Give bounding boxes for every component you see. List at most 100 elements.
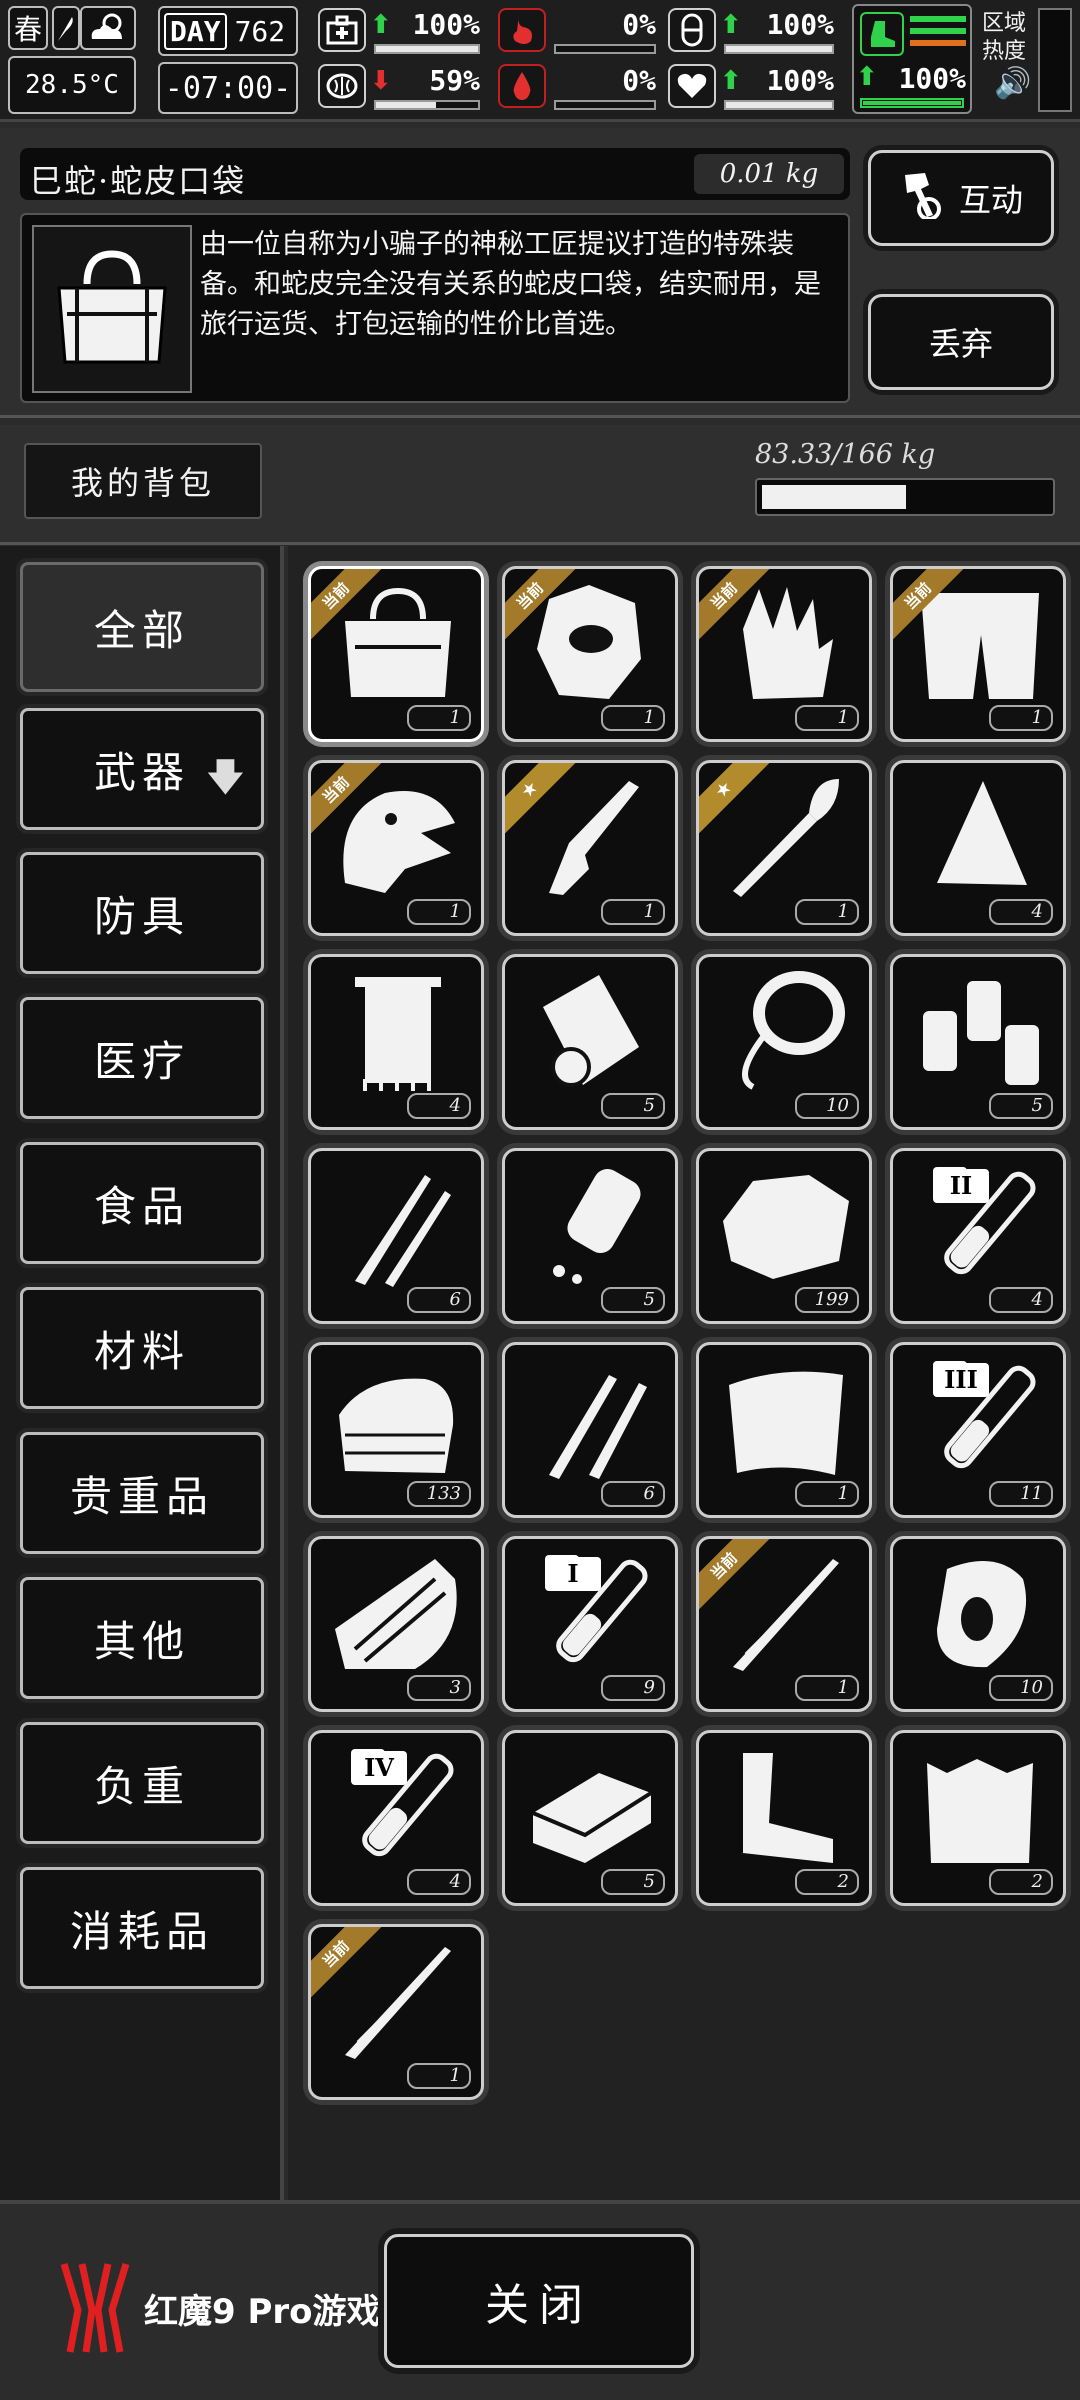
up-arrow-icon: ⬆ <box>856 62 878 92</box>
bottom-bar: 红魔9 Pro游戏手机 关闭 <box>0 2200 1080 2400</box>
towel-icon <box>325 967 471 1093</box>
speaker-icon[interactable]: 🔊 <box>994 66 1031 101</box>
inventory-slot[interactable]: 5 <box>890 954 1066 1130</box>
category-item-5[interactable]: 材料 <box>20 1287 264 1409</box>
interact-button[interactable]: 互动 <box>868 150 1054 246</box>
inventory-slot[interactable]: 2 <box>696 1730 872 1906</box>
inventory-slot[interactable]: 当前 1 <box>696 566 872 742</box>
inventory-slot[interactable]: 199 <box>696 1148 872 1324</box>
stat-hunger: 0% <box>498 6 662 56</box>
category-item-6[interactable]: 贵重品 <box>20 1432 264 1554</box>
day-label: DAY <box>164 12 227 50</box>
item-quantity: 1 <box>795 1481 859 1507</box>
inventory-slot[interactable]: 10 <box>890 1536 1066 1712</box>
category-item-7[interactable]: 其他 <box>20 1577 264 1699</box>
stat-health: ⬆ 100% <box>318 6 486 56</box>
pill-bottle-icon <box>519 1161 665 1287</box>
inventory-slot[interactable]: 当前 1 <box>308 760 484 936</box>
inventory-slot[interactable]: 1 <box>696 1342 872 1518</box>
expand-arrow-icon: 🡇 <box>205 755 251 799</box>
medkit-icon <box>318 8 366 52</box>
discard-button[interactable]: 丢弃 <box>868 294 1054 390</box>
item-quantity: 3 <box>407 1675 471 1701</box>
category-item-1[interactable]: 武器 🡇 <box>20 708 264 830</box>
category-sidebar: 全部武器 🡇 防具医疗食品材料贵重品其他负重消耗品 <box>0 546 284 2200</box>
inventory-slot[interactable]: 当前 1 <box>502 566 678 742</box>
tier-label: III <box>933 1363 989 1397</box>
category-item-2[interactable]: 防具 <box>20 852 264 974</box>
stat-bar <box>554 100 656 110</box>
category-label: 消耗品 <box>69 1906 214 1956</box>
inventory-slot[interactable]: 当前 1 <box>308 566 484 742</box>
inventory-slot[interactable]: 当前 1 <box>696 1536 872 1712</box>
stat-bar <box>374 44 480 54</box>
inventory-slot[interactable]: I9 <box>502 1536 678 1712</box>
rope-icon <box>713 967 859 1093</box>
stat-bar <box>724 100 834 110</box>
inventory-slot[interactable]: 当前 1 <box>308 1924 484 2100</box>
hammer-icon <box>899 169 945 227</box>
up-arrow-icon: ⬆ <box>370 10 392 40</box>
inventory-slot[interactable]: 3 <box>308 1536 484 1712</box>
stat-value: 0% <box>622 8 656 41</box>
category-item-9[interactable]: 消耗品 <box>20 1867 264 1989</box>
inventory-slot[interactable]: 133 <box>308 1342 484 1518</box>
tier-label: IV <box>351 1751 407 1785</box>
stat-medicine: ⬆ 100% <box>668 6 840 56</box>
stat-value: 100% <box>898 62 966 95</box>
category-item-4[interactable]: 食品 <box>20 1142 264 1264</box>
item-detail-panel: 巳蛇·蛇皮口袋 0.01 kg 由一位自称为小骗子的神秘工匠提议打造的特殊装备。… <box>0 128 1080 418</box>
inventory-slot[interactable]: 5 <box>502 954 678 1130</box>
item-quantity: 5 <box>601 1093 665 1119</box>
inventory-slot[interactable]: 6 <box>502 1342 678 1518</box>
tier-label: II <box>933 1169 989 1203</box>
feather-icon <box>52 6 80 50</box>
sheet-icon <box>713 1355 859 1481</box>
stamina-panel: ⬆ 100% <box>852 4 972 114</box>
inventory-slot[interactable]: 4 <box>308 954 484 1130</box>
category-item-3[interactable]: 医疗 <box>20 997 264 1119</box>
temperature-text: 28.5°C <box>25 70 119 100</box>
inventory-slot[interactable]: ★ 1 <box>502 760 678 936</box>
item-quantity: 4 <box>407 1869 471 1895</box>
inventory-slot[interactable]: III 11 <box>890 1342 1066 1518</box>
category-item-8[interactable]: 负重 <box>20 1722 264 1844</box>
close-button[interactable]: 关闭 <box>384 2234 694 2368</box>
my-backpack-tab[interactable]: 我的背包 <box>24 443 262 519</box>
category-label: 医疗 <box>93 1036 190 1086</box>
item-description-box: 由一位自称为小骗子的神秘工匠提议打造的特殊装备。和蛇皮完全没有关系的蛇皮口袋，结… <box>20 213 850 403</box>
inventory-slot[interactable]: 6 <box>308 1148 484 1324</box>
item-quantity: 2 <box>989 1869 1053 1895</box>
pipe-icon <box>713 1743 859 1869</box>
inventory-grid: 当前 1 当前 1 当前 1 当前 1 当前 1 ★ 1 ★ 1 4 4 5 10 5 6 5 199 II 4 133 6 1 II… <box>288 546 1080 2200</box>
down-arrow-icon: ⬇ <box>370 66 392 96</box>
inventory-slot[interactable]: 10 <box>696 954 872 1130</box>
item-quantity: 1 <box>407 705 471 731</box>
cloth-scrap-icon <box>907 773 1053 899</box>
item-quantity: 10 <box>795 1093 859 1119</box>
item-quantity: 4 <box>407 1093 471 1119</box>
category-label: 防具 <box>93 891 190 941</box>
item-quantity: 6 <box>601 1481 665 1507</box>
category-all[interactable]: 全部 <box>20 562 264 692</box>
inventory-slot[interactable]: 5 <box>502 1148 678 1324</box>
area-heat-label: 区域 热度 <box>982 11 1027 64</box>
item-quantity: 1 <box>989 705 1053 731</box>
inventory-slot[interactable]: IV 4 <box>308 1730 484 1906</box>
inventory-slot[interactable]: 当前 1 <box>890 566 1066 742</box>
clock-display: -07:00- <box>158 62 298 114</box>
item-quantity: 6 <box>407 1287 471 1313</box>
stat-heart: ⬆ 100% <box>668 62 840 112</box>
heat-meter <box>1038 8 1072 112</box>
inventory-slot[interactable]: 2 <box>890 1730 1066 1906</box>
weather-icon <box>80 6 136 50</box>
inventory-slot[interactable]: 5 <box>502 1730 678 1906</box>
inventory-slot[interactable]: 4 <box>890 760 1066 936</box>
category-label: 武器 <box>93 747 190 797</box>
inventory-slot[interactable]: ★ 1 <box>696 760 872 936</box>
inventory-slot[interactable]: II 4 <box>890 1148 1066 1324</box>
stat-value: 0% <box>622 64 656 97</box>
category-label: 负重 <box>93 1761 190 1811</box>
item-quantity: 1 <box>601 899 665 925</box>
tier-label: I <box>545 1557 601 1591</box>
